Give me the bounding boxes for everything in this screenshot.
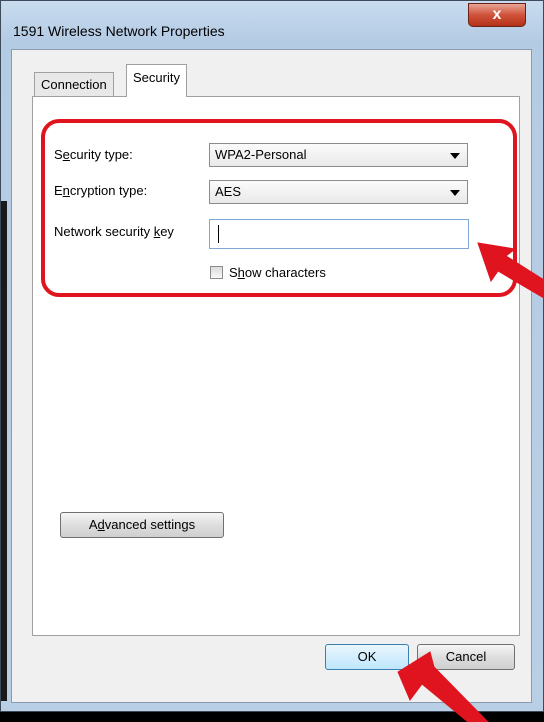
arrow-to-key-field-icon xyxy=(477,242,544,299)
annotation-arrows xyxy=(397,242,544,722)
tab-security[interactable]: Security xyxy=(126,64,187,97)
arrow-to-ok-button-icon xyxy=(397,651,489,722)
tab-security-label: Security xyxy=(133,70,180,85)
